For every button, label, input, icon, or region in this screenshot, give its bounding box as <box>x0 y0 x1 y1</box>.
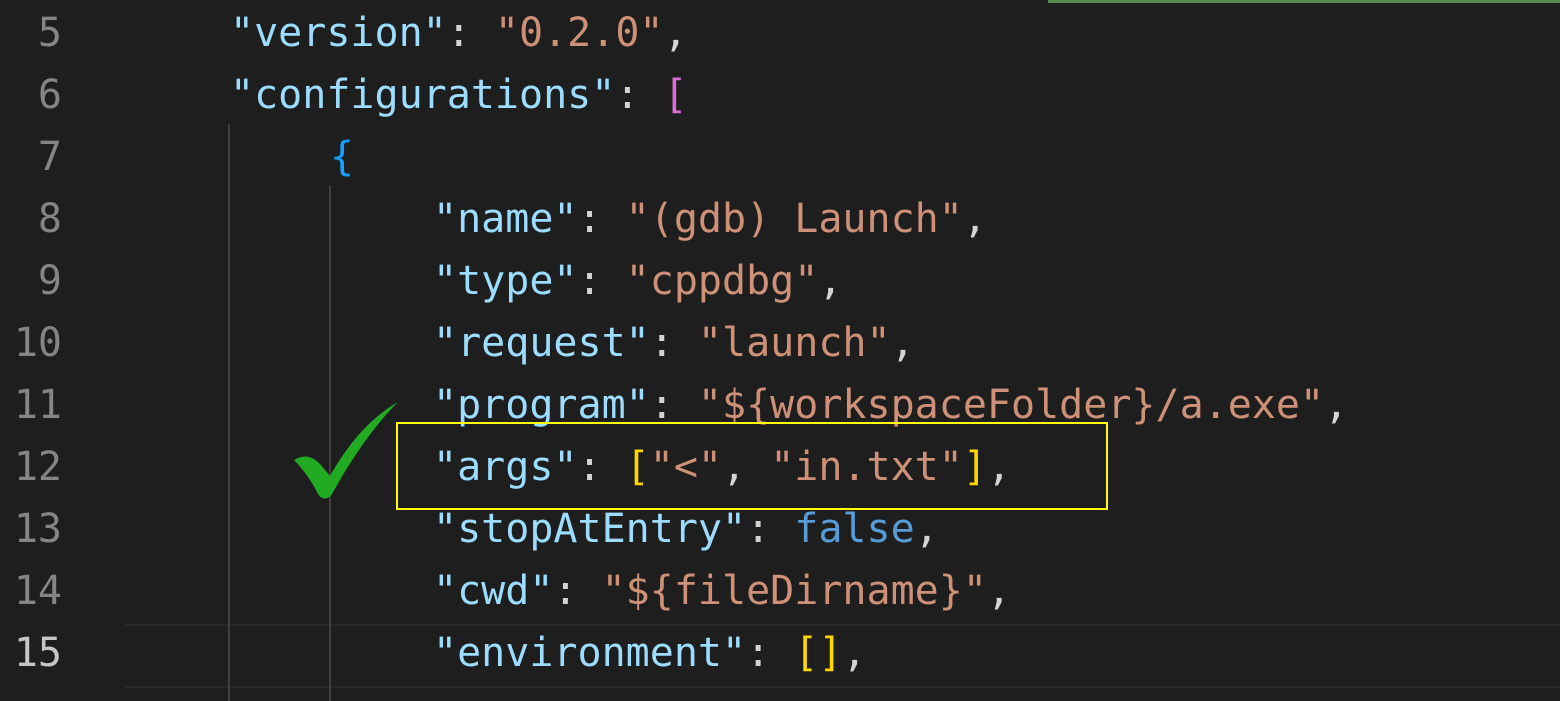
code-token: "cppdbg" <box>625 258 819 304</box>
code-token: "environment" <box>433 630 747 676</box>
code-token: , <box>962 196 987 242</box>
code-token: , <box>818 258 843 304</box>
code-editor[interactable]: 5 6 7 8 9 10 11 12 13 14 15 "version": "0.2.0", "co… <box>0 0 1560 701</box>
code-token: : <box>446 10 495 56</box>
code-token: "type" <box>433 258 578 304</box>
code-token: "0.2.0" <box>494 10 664 56</box>
line-number-gutter: 5 6 7 8 9 10 11 12 13 14 15 <box>0 0 125 701</box>
code-line[interactable]: "name": "(gdb) Launch", <box>433 188 987 250</box>
code-token: "configurations" <box>230 72 616 118</box>
code-token: "request" <box>433 320 650 366</box>
code-token: , <box>842 630 867 676</box>
code-token: "name" <box>433 196 578 242</box>
code-token: : <box>615 72 664 118</box>
code-line[interactable]: { <box>330 126 354 188</box>
code-token: : <box>746 506 795 552</box>
code-token: : <box>577 196 626 242</box>
code-token: "stopAtEntry" <box>433 506 747 552</box>
line-number: 8 <box>37 196 62 242</box>
line-number: 14 <box>13 568 62 614</box>
code-token: : <box>746 630 795 676</box>
code-token: , <box>890 320 915 366</box>
code-line[interactable]: "version": "0.2.0", <box>230 2 688 64</box>
code-token: : <box>577 258 626 304</box>
line-number: 7 <box>37 134 62 180</box>
code-line[interactable]: "type": "cppdbg", <box>433 250 842 312</box>
line-number: 6 <box>37 72 62 118</box>
code-token: , <box>986 568 1011 614</box>
line-number: 5 <box>37 10 62 56</box>
highlight-box <box>396 422 1108 510</box>
code-token: false <box>794 506 915 552</box>
code-token: [ <box>663 72 688 118</box>
indent-guide <box>228 124 230 701</box>
code-token: "${fileDirname}" <box>601 568 987 614</box>
code-token: , <box>1324 382 1349 428</box>
code-line[interactable]: "cwd": "${fileDirname}", <box>433 560 1011 622</box>
code-line[interactable]: "environment": [], <box>433 622 867 684</box>
code-token: "(gdb) Launch" <box>625 196 963 242</box>
code-line[interactable]: "request": "launch", <box>433 312 915 374</box>
code-token: "launch" <box>697 320 891 366</box>
code-token: "version" <box>230 10 447 56</box>
code-token: : <box>553 568 602 614</box>
line-number: 11 <box>13 382 62 428</box>
line-number: 15 <box>13 630 62 676</box>
code-token: , <box>914 506 939 552</box>
line-number: 13 <box>13 506 62 552</box>
code-token: [] <box>794 630 843 676</box>
code-token: : <box>649 320 698 366</box>
code-token: "cwd" <box>433 568 554 614</box>
scroll-indicator <box>1048 0 1560 3</box>
code-area[interactable]: "version": "0.2.0", "configurations": [{"… <box>125 0 1560 701</box>
line-number: 12 <box>13 444 62 490</box>
checkmark-icon <box>294 402 398 499</box>
code-line[interactable]: "configurations": [ <box>230 64 688 126</box>
line-number: 9 <box>37 258 62 304</box>
code-token: { <box>330 134 355 180</box>
code-token: , <box>663 10 688 56</box>
line-number: 10 <box>13 320 62 366</box>
